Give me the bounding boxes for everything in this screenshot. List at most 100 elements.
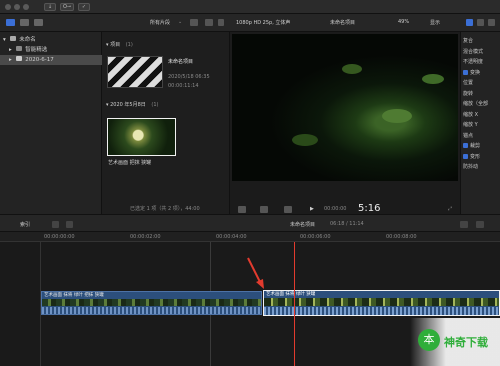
timeline-ruler[interactable]: 00:00:00:00 00:00:02:00 00:00:04:00 00:0… bbox=[0, 232, 500, 242]
minimize-window-button[interactable] bbox=[14, 4, 20, 10]
inspector-row[interactable]: 缩放 X bbox=[463, 110, 500, 120]
clip-label: 艺术画面 抹将 绿叶 狭罐 bbox=[266, 292, 316, 297]
inspector-row[interactable]: 裁剪 bbox=[463, 141, 500, 151]
ruler-tick: 00:00:06:00 bbox=[300, 234, 331, 240]
transform-icon[interactable] bbox=[260, 206, 268, 213]
inspector-label: 锚点 bbox=[463, 132, 474, 139]
viewer-panel: ▶ 00:00:00 5:16 ⤢ bbox=[230, 32, 460, 214]
sidebar-item-smart[interactable]: ▸ 智能精选 bbox=[0, 45, 102, 55]
libraries-icon[interactable] bbox=[6, 19, 15, 26]
project-date: 2020/5/18 06:35 bbox=[168, 74, 210, 80]
inspector-label: 缩放（全部 bbox=[463, 101, 489, 107]
inspector-row[interactable]: 变形 bbox=[463, 152, 500, 162]
watermark-logo-icon: 本 bbox=[418, 329, 440, 351]
inspector-row[interactable]: 缩放（全部 bbox=[463, 99, 500, 109]
folder-icon bbox=[15, 46, 22, 51]
audio-waveform bbox=[42, 307, 261, 314]
leaf-shape bbox=[342, 64, 362, 74]
timeline-clip[interactable]: 艺术画面 抹将 绿叶 把抹 狭罐 bbox=[41, 291, 262, 315]
clip-appearance-icon[interactable] bbox=[205, 19, 213, 26]
library-root[interactable]: ▾ 未命名 bbox=[0, 35, 102, 45]
inspector-label: 防抖动 bbox=[463, 164, 479, 170]
inspector-panel: 复合混合模式 不透明度变换位置旋转缩放（全部缩放 X 缩放 Y 锚点裁剪变形防抖动 bbox=[460, 32, 500, 214]
ruler-tick: 00:00:02:00 bbox=[130, 234, 161, 240]
forward-icon[interactable] bbox=[66, 221, 73, 228]
inspector-row[interactable]: 变换 bbox=[463, 68, 500, 78]
inspector-label: 复合 bbox=[463, 38, 474, 44]
ruler-tick: 00:00:00:00 bbox=[44, 234, 75, 240]
disclosure-icon: ▸ bbox=[9, 47, 12, 53]
clip-label: 艺术画面 抹将 绿叶 把抹 狭罐 bbox=[44, 293, 104, 298]
format-info: 1080p HD 25p, 立体声 bbox=[236, 20, 291, 26]
close-window-button[interactable] bbox=[5, 4, 11, 10]
chevron-down-icon: ⌄ bbox=[178, 19, 183, 25]
project-thumbnail[interactable] bbox=[107, 56, 163, 88]
inspector-row[interactable]: 混合模式 bbox=[463, 47, 500, 57]
disclosure-icon: ▸ bbox=[9, 57, 12, 63]
inspector-row[interactable]: 锚点 bbox=[463, 131, 500, 141]
index-button[interactable]: 索引 bbox=[20, 221, 30, 228]
import-icon[interactable]: ↓ bbox=[44, 3, 56, 11]
event-star-icon bbox=[15, 56, 22, 61]
timecode-display: 5:16 bbox=[358, 203, 381, 214]
checkbox-checked-icon[interactable] bbox=[463, 69, 468, 75]
clip-thumbnail[interactable] bbox=[107, 118, 176, 156]
inspector-label: 变换 bbox=[470, 69, 481, 76]
inspector-toggle-icon[interactable] bbox=[466, 19, 473, 26]
inspector-row[interactable]: 旋转 bbox=[463, 89, 500, 99]
titles-generators-icon[interactable] bbox=[34, 19, 43, 26]
back-icon[interactable] bbox=[52, 221, 59, 228]
library-icon bbox=[9, 36, 16, 41]
display-select[interactable]: 显示 bbox=[430, 19, 440, 26]
projects-section-header[interactable]: ▾ 项目 (1) bbox=[106, 41, 133, 48]
search-icon[interactable] bbox=[218, 19, 224, 26]
timeline-track-area[interactable]: 艺术画面 抹将 绿叶 把抹 狭罐 艺术画面 抹将 绿叶 狭罐 本 神奇下载 bbox=[0, 242, 500, 366]
leaf-shape bbox=[292, 134, 318, 146]
audio-inspector-icon[interactable] bbox=[477, 19, 484, 26]
view-options-icon[interactable] bbox=[238, 206, 246, 213]
viewer-frame-image bbox=[232, 34, 458, 181]
inspector-row[interactable]: 不透明度 bbox=[463, 57, 500, 67]
inspector-label: 缩放 X bbox=[463, 111, 479, 118]
inspector-row[interactable]: 缩放 Y bbox=[463, 120, 500, 130]
browser-panel: ▾ 项目 (1) 未命名项目 2020/5/18 06:35 00:00:11:… bbox=[102, 32, 230, 214]
playhead[interactable] bbox=[294, 242, 295, 366]
inspector-label: 裁剪 bbox=[470, 143, 481, 149]
info-inspector-icon[interactable] bbox=[488, 19, 495, 26]
effects-browser-icon[interactable] bbox=[476, 221, 484, 228]
inspector-row[interactable]: 防抖动 bbox=[463, 162, 500, 172]
browser-toolbar: 所有片段 ⌄ 1080p HD 25p, 立体声 未命名项目 49% 显示 bbox=[0, 14, 500, 32]
photos-audio-icon[interactable] bbox=[20, 19, 29, 26]
clip-appearance-icon[interactable] bbox=[460, 221, 468, 228]
sidebar-item-event[interactable]: ▸ 2020-6-17 bbox=[0, 55, 102, 65]
audio-waveform bbox=[264, 307, 499, 315]
clip-name: 艺术画面 把抹 狭罐 bbox=[108, 160, 152, 166]
timeline-header: 索引 未命名项目 06:18 / 11:14 bbox=[0, 214, 500, 232]
background-tasks-icon[interactable]: ✓ bbox=[78, 3, 90, 11]
timeline-duration: 06:18 / 11:14 bbox=[330, 221, 364, 227]
keyword-icon[interactable]: O⊸ bbox=[60, 3, 74, 11]
checkbox-checked-icon[interactable] bbox=[463, 153, 468, 159]
checkbox-checked-icon[interactable] bbox=[463, 143, 468, 148]
ruler-tick: 00:00:08:00 bbox=[386, 234, 417, 240]
clip-filter-select[interactable]: 所有片段 bbox=[150, 19, 170, 26]
date-section-header[interactable]: ▾ 2020 年5月8日 (1) bbox=[106, 101, 158, 108]
disclosure-icon: ▾ bbox=[3, 37, 6, 43]
zoom-window-button[interactable] bbox=[23, 4, 29, 10]
speed-icon[interactable] bbox=[284, 206, 292, 213]
inspector-label: 缩放 Y bbox=[463, 122, 478, 128]
inspector-label: 旋转 bbox=[463, 90, 474, 97]
inspector-row[interactable]: 位置 bbox=[463, 78, 500, 88]
fullscreen-icon[interactable]: ⤢ bbox=[448, 206, 452, 212]
library-sidebar: ▾ 未命名 ▸ 智能精选 ▸ 2020-6-17 bbox=[0, 32, 102, 214]
filmstrip-icon[interactable] bbox=[190, 19, 198, 26]
project-name[interactable]: 未命名项目 bbox=[168, 58, 193, 65]
ruler-tick: 00:00:04:00 bbox=[216, 234, 247, 240]
selection-status: 已选定 1 项（共 2 项），44:00 bbox=[130, 206, 200, 212]
inspector-row[interactable]: 复合 bbox=[463, 36, 500, 46]
timeline-clip-selected[interactable]: 艺术画面 抹将 绿叶 狭罐 bbox=[263, 290, 500, 316]
clip-filmstrip bbox=[42, 299, 261, 306]
zoom-select[interactable]: 49% bbox=[398, 19, 409, 25]
play-icon[interactable]: ▶ bbox=[310, 206, 314, 212]
watermark-text: 神奇下载 bbox=[444, 336, 488, 349]
